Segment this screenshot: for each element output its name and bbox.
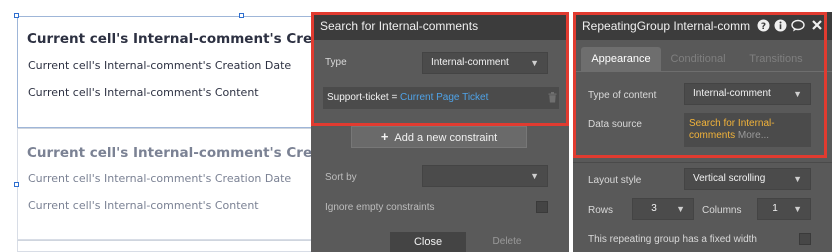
add-constraint-button[interactable]: + Add a new constraint <box>351 126 527 148</box>
tab-conditional[interactable]: Conditional <box>663 47 733 71</box>
rows-label: Rows <box>588 205 614 216</box>
layout-style-value: Vertical scrolling <box>693 173 766 184</box>
type-of-content-value: Internal-comment <box>693 88 771 99</box>
fixed-width-label: This repeating group has a fixed width <box>588 234 757 245</box>
columns-dropdown[interactable]: 1 ▼ <box>757 198 811 220</box>
close-button[interactable]: Close <box>390 232 466 252</box>
type-of-content-label: Type of content <box>588 90 657 101</box>
ignore-empty-checkbox[interactable] <box>536 201 548 213</box>
type-label: Type <box>325 57 347 68</box>
type-value: Internal-comment <box>431 57 509 68</box>
creator-text: Current cell's Internal-comment's Creato… <box>27 145 356 161</box>
type-of-content-dropdown[interactable]: Internal-comment ▼ <box>684 83 811 105</box>
rows-dropdown[interactable]: 3 ▼ <box>632 198 694 220</box>
close-icon[interactable] <box>810 19 823 32</box>
info-icon[interactable] <box>774 19 787 32</box>
property-editor: RepeatingGroup Internal-comm ? Appearanc… <box>573 12 832 252</box>
creation-date-text: Current cell's Internal-comment's Creati… <box>28 172 292 185</box>
comment-icon[interactable] <box>791 19 805 32</box>
svg-text:?: ? <box>761 22 766 32</box>
chevron-down-icon: ▼ <box>530 58 539 68</box>
repeating-group-cell: Current cell's Internal-comment's Creato… <box>17 128 356 240</box>
constraint-key: Support-ticket = <box>327 92 398 103</box>
content-text: Current cell's Internal-comment's Conten… <box>28 199 259 212</box>
constraint-value[interactable]: Current Page Ticket <box>400 92 488 103</box>
design-canvas: Current cell's Internal-comment's Creato… <box>0 0 356 252</box>
trash-icon[interactable] <box>548 92 557 103</box>
content-text[interactable]: Current cell's Internal-comment's Conten… <box>28 86 259 99</box>
columns-value: 1 <box>772 203 778 214</box>
resize-handle[interactable] <box>239 13 244 18</box>
fixed-width-checkbox[interactable] <box>799 233 811 245</box>
creation-date-text[interactable]: Current cell's Internal-comment's Creati… <box>28 59 291 72</box>
delete-button[interactable]: Delete <box>477 232 537 252</box>
search-expression-panel: Search for Internal-comments Type Intern… <box>311 12 569 252</box>
resize-handle[interactable] <box>14 182 19 187</box>
tab-appearance[interactable]: Appearance <box>581 47 661 71</box>
chevron-down-icon: ▼ <box>793 89 802 99</box>
layout-style-label: Layout style <box>588 175 642 186</box>
search-panel-title: Search for Internal-comments <box>311 12 569 40</box>
editor-screen: Current cell's Internal-comment's Creato… <box>0 0 832 252</box>
tab-transitions[interactable]: Transitions <box>741 47 811 71</box>
creator-text[interactable]: Current cell's Internal-comment's Creato… <box>27 31 356 47</box>
chevron-down-icon: ▼ <box>530 171 539 181</box>
columns-label: Columns <box>702 205 742 216</box>
section-divider <box>573 162 832 163</box>
tab-divider <box>573 71 832 72</box>
type-dropdown[interactable]: Internal-comment ▼ <box>422 52 548 74</box>
data-source-label: Data source <box>588 119 642 130</box>
chevron-down-icon: ▼ <box>676 204 685 214</box>
repeating-group-cell[interactable]: Current cell's Internal-comment's Creato… <box>17 16 356 128</box>
layout-style-dropdown[interactable]: Vertical scrolling ▼ <box>684 168 811 190</box>
plus-icon: + <box>380 129 389 144</box>
sort-by-dropdown[interactable]: ▼ <box>422 165 548 187</box>
add-constraint-label: Add a new constraint <box>394 132 498 144</box>
constraint-row[interactable]: Support-ticket = Current Page Ticket <box>323 87 559 109</box>
data-source-field[interactable]: Search for Internal-comments More... <box>684 113 811 147</box>
help-icon[interactable]: ? <box>757 19 770 32</box>
ignore-empty-label: Ignore empty constraints <box>325 202 435 213</box>
sort-by-label: Sort by <box>325 172 357 183</box>
chevron-down-icon: ▼ <box>793 204 802 214</box>
repeating-group-cell <box>17 240 312 252</box>
resize-handle[interactable] <box>14 13 19 18</box>
more-link[interactable]: More... <box>738 130 769 141</box>
chevron-down-icon: ▼ <box>793 174 802 184</box>
rows-value: 3 <box>651 203 657 214</box>
